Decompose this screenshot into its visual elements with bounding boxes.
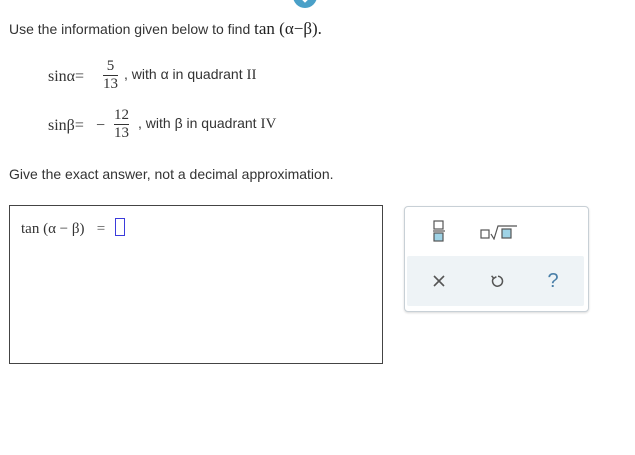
intro-text: Use the information given below to find (9, 21, 251, 37)
answer-line: tan (α − β) = (21, 218, 126, 238)
fraction-denominator: 13 (114, 125, 129, 141)
answer-lhs: tan (α − β) (21, 221, 85, 237)
given-sign: − (96, 117, 106, 134)
collapse-chevron[interactable] (293, 0, 317, 8)
answer-input-slot[interactable] (115, 218, 126, 236)
fraction-denominator: 13 (103, 76, 118, 92)
fraction-icon (433, 220, 445, 242)
given-comma: , (138, 115, 142, 131)
undo-icon (491, 275, 504, 287)
given-fraction: 12 13 (114, 107, 129, 142)
fraction-button[interactable] (427, 217, 451, 245)
given-desc-prefix: with β in quadrant (145, 115, 257, 131)
math-palette: ? (404, 206, 589, 312)
chevron-down-icon (302, 0, 308, 3)
answer-area[interactable]: tan (α − β) = (9, 205, 383, 364)
fraction-numerator: 5 (106, 58, 115, 74)
given-comma: , (124, 66, 128, 82)
exact-answer-note: Give the exact answer, not a decimal app… (9, 166, 334, 182)
fraction-numerator: 12 (114, 107, 129, 123)
problem-statement: Use the information given below to find … (9, 19, 322, 39)
given-description: , with α in quadrant II (124, 66, 257, 84)
given-quadrant: II (246, 67, 257, 83)
help-icon: ? (547, 269, 559, 292)
undo-button[interactable] (485, 268, 509, 294)
sqrt-icon (480, 225, 517, 240)
palette-actions: ? (407, 256, 584, 306)
close-icon (433, 275, 445, 287)
clear-button[interactable] (427, 268, 451, 294)
answer-equals: = (96, 221, 106, 237)
given-description: , with β in quadrant IV (138, 115, 276, 133)
given-lhs: sinβ= (48, 117, 84, 134)
given-lhs: sinα= (48, 68, 85, 85)
given-quadrant: IV (260, 116, 277, 132)
given-desc-prefix: with α in quadrant (131, 66, 243, 82)
sqrt-button[interactable] (477, 221, 521, 243)
intro-expression: tan (α−β). (254, 19, 322, 38)
help-button[interactable]: ? (541, 267, 565, 295)
given-fraction: 5 13 (103, 58, 118, 93)
